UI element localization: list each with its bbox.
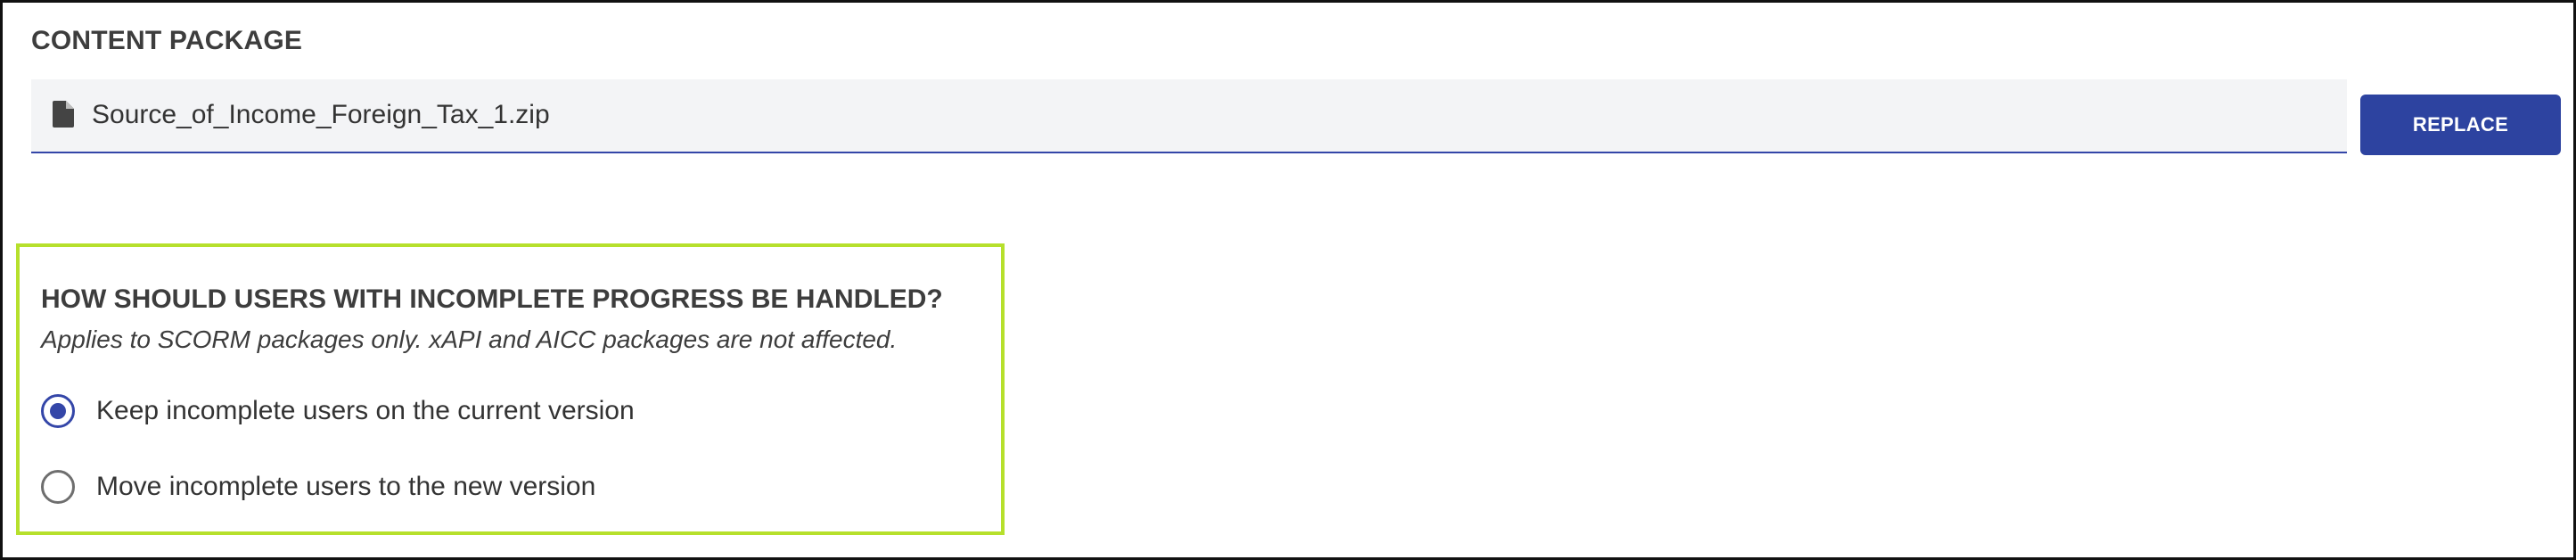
- radio-label-keep-current: Keep incomplete users on the current ver…: [96, 396, 635, 425]
- section-title: CONTENT PACKAGE: [31, 26, 303, 55]
- incomplete-progress-options: HOW SHOULD USERS WITH INCOMPLETE PROGRES…: [16, 243, 1005, 535]
- radio-button-unchecked[interactable]: [41, 470, 75, 504]
- radio-label-move-new: Move incomplete users to the new version: [96, 472, 596, 501]
- file-icon: [53, 101, 74, 128]
- incomplete-progress-question: HOW SHOULD USERS WITH INCOMPLETE PROGRES…: [41, 284, 943, 314]
- incomplete-progress-subtitle: Applies to SCORM packages only. xAPI and…: [41, 325, 898, 353]
- content-package-panel: CONTENT PACKAGE Source_of_Income_Foreign…: [0, 0, 2576, 560]
- radio-button-checked[interactable]: [41, 394, 75, 428]
- replace-button[interactable]: REPLACE: [2360, 95, 2561, 155]
- content-package-file-field[interactable]: Source_of_Income_Foreign_Tax_1.zip: [31, 79, 2347, 153]
- radio-option-keep-current[interactable]: Keep incomplete users on the current ver…: [41, 391, 635, 431]
- radio-option-move-new[interactable]: Move incomplete users to the new version: [41, 467, 595, 506]
- file-name: Source_of_Income_Foreign_Tax_1.zip: [92, 100, 550, 129]
